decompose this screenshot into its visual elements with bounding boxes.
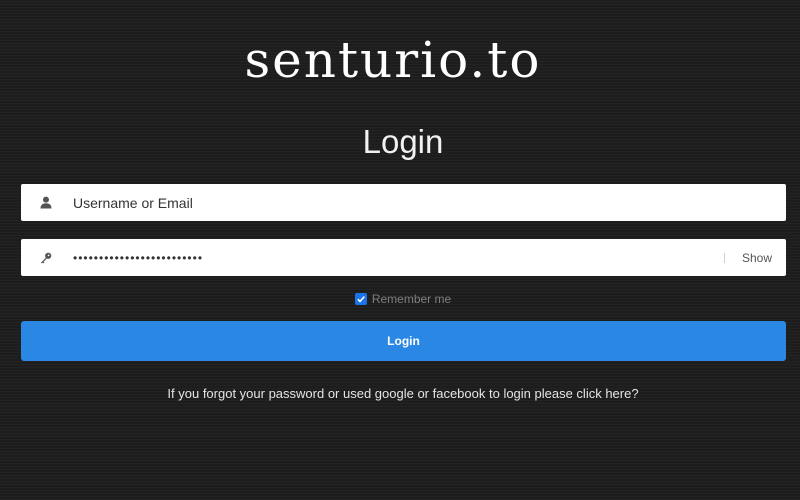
username-input[interactable]	[71, 184, 786, 221]
remember-me-label[interactable]: Remember me	[372, 292, 451, 306]
show-password-button[interactable]: Show	[742, 251, 772, 265]
key-icon	[21, 239, 71, 276]
forgot-password-link[interactable]: If you forgot your password or used goog…	[0, 386, 800, 401]
remember-me-checkbox[interactable]	[354, 293, 367, 305]
checkmark-icon	[357, 296, 365, 303]
page-title: Login	[362, 123, 444, 160]
password-field[interactable]: Show	[21, 239, 786, 276]
remember-me-row: Remember me	[0, 292, 800, 306]
password-input[interactable]	[71, 239, 724, 276]
user-icon	[21, 184, 71, 221]
show-divider	[723, 252, 725, 263]
site-logo: senturio.to	[244, 31, 542, 89]
login-button[interactable]: Login	[21, 321, 786, 361]
username-field[interactable]	[21, 184, 786, 221]
